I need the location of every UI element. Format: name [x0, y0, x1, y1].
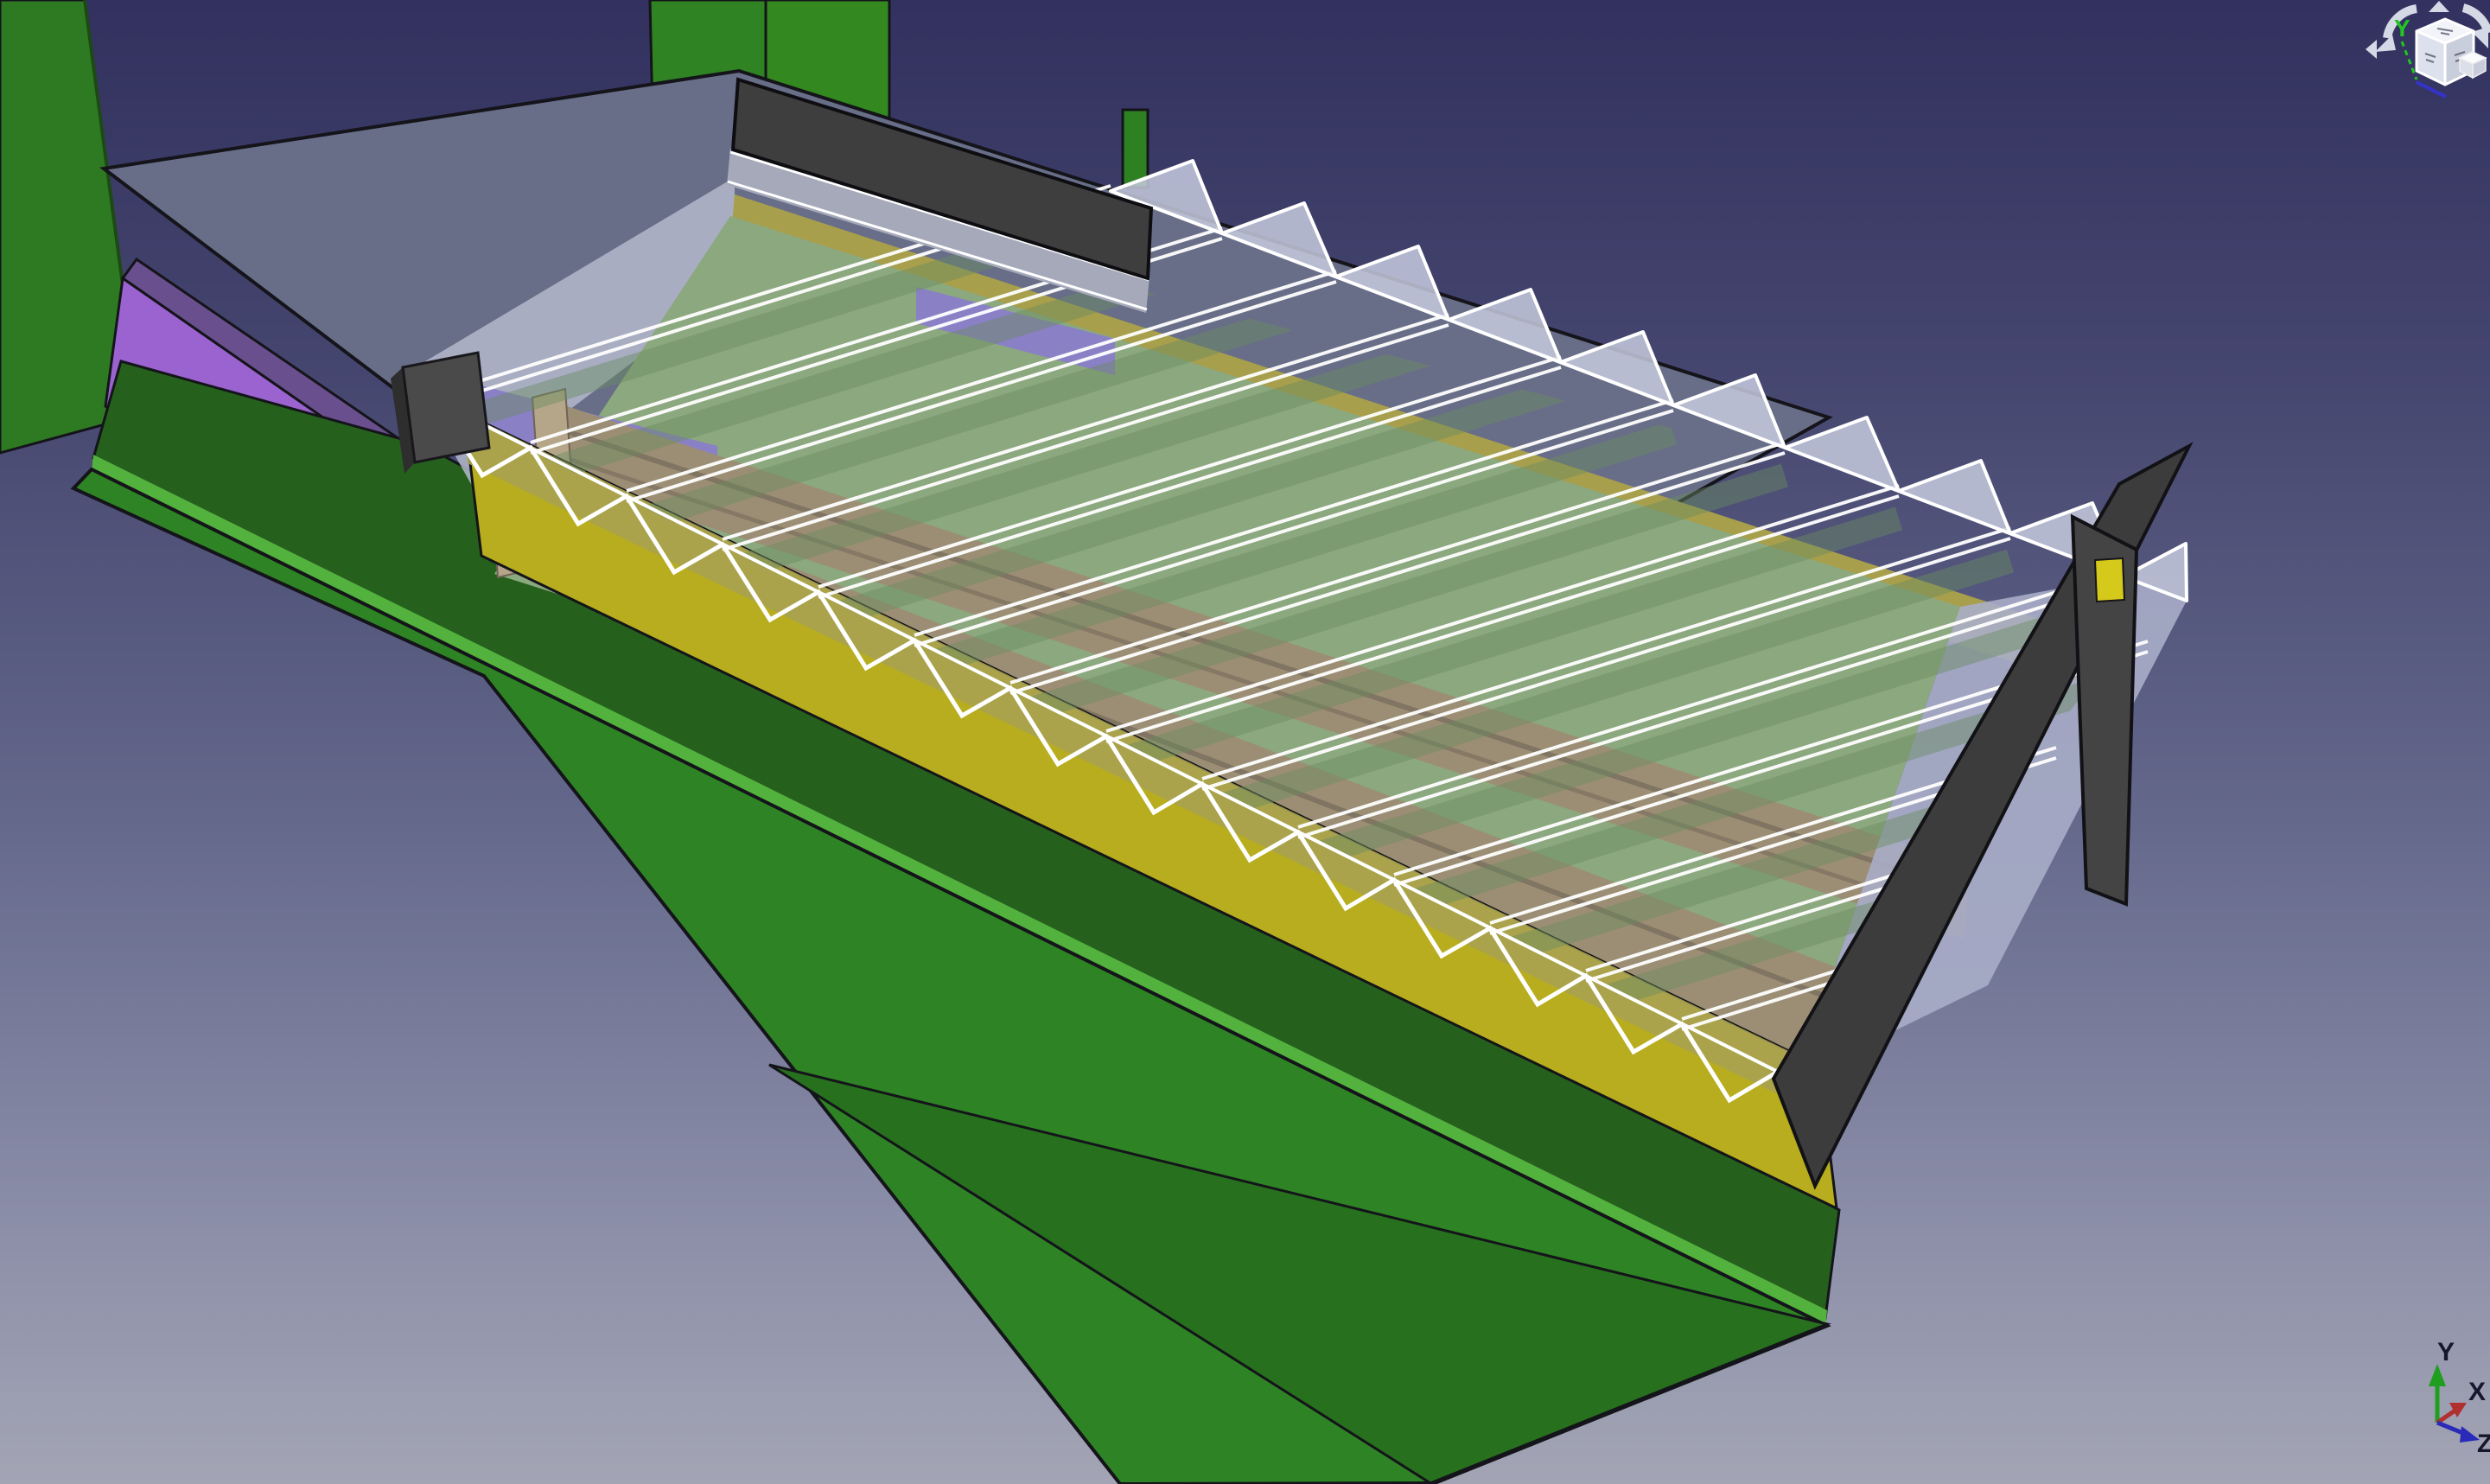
nav-cube-y-label: Y	[2394, 15, 2410, 41]
x-axis-label: X	[2468, 1378, 2486, 1406]
beam-end-face	[2095, 558, 2124, 602]
back-post[interactable]	[1123, 110, 1148, 188]
z-axis-label: Z	[2477, 1430, 2490, 1458]
left-end-cap[interactable]	[403, 353, 489, 462]
y-axis-label: Y	[2437, 1338, 2455, 1366]
nav-cube-body[interactable]	[2417, 19, 2474, 85]
freecad-3d-viewport[interactable]: Y Y X Z	[0, 0, 2490, 1484]
scene-canvas[interactable]: Y Y X Z	[0, 0, 2490, 1484]
